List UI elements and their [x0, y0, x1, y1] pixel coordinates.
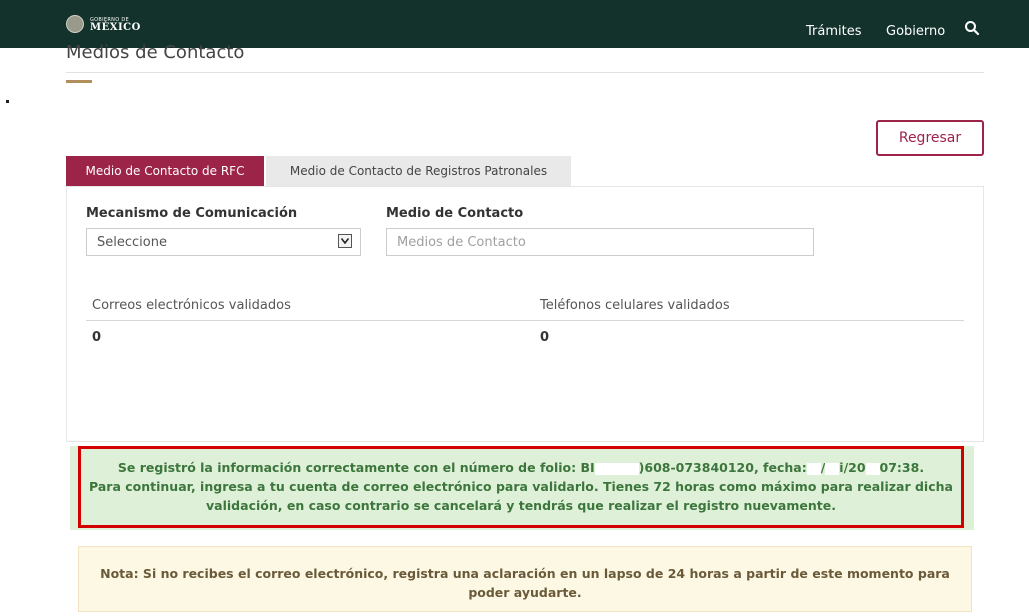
correos-validados-header: Correos electrónicos validados	[92, 298, 291, 313]
redaction	[865, 462, 880, 475]
page-title: Medios de Contacto	[66, 42, 245, 63]
telefonos-validados-count: 0	[540, 330, 550, 345]
tab-registros-patronales[interactable]: Medio de Contacto de Registros Patronale…	[266, 156, 571, 186]
medio-contacto-label: Medio de Contacto	[386, 206, 524, 221]
telefonos-validados-header: Teléfonos celulares validados	[540, 298, 730, 313]
success-line2: Para continuar, ingresa a tu cuenta de c…	[89, 479, 953, 513]
success-message: Se registró la información correctamente…	[86, 458, 956, 515]
mecanismo-select[interactable]: Seleccione	[86, 228, 361, 256]
summary-divider	[86, 320, 964, 321]
success-line1-d: i/20	[839, 460, 866, 475]
gobierno-logo[interactable]: GOBIERNO DE MÉXICO	[66, 14, 141, 34]
logo-big-text: MÉXICO	[90, 22, 141, 33]
logo-text: GOBIERNO DE MÉXICO	[90, 16, 141, 33]
nav-link-gobierno[interactable]: Gobierno	[886, 24, 945, 39]
success-line1-e: 07:38.	[879, 460, 925, 475]
redaction	[825, 462, 840, 475]
redaction	[594, 462, 639, 475]
nav-link-tramites[interactable]: Trámites	[806, 24, 862, 39]
stray-dot	[6, 100, 9, 103]
title-divider	[66, 72, 984, 73]
chevron-down-icon[interactable]	[338, 234, 352, 248]
mecanismo-select-value: Seleccione	[97, 234, 167, 250]
note-message: Nota: Si no recibes el correo electrónic…	[100, 566, 950, 600]
seal-icon	[66, 15, 84, 33]
success-line1-a: Se registró la información correctamente…	[117, 460, 595, 475]
regresar-button[interactable]: Regresar	[876, 120, 984, 156]
success-line1-b: )608-073840120, fecha:	[638, 460, 807, 475]
search-icon[interactable]	[964, 20, 980, 36]
correos-validados-count: 0	[92, 330, 102, 345]
title-accent-bar	[66, 80, 92, 83]
tab-panel	[66, 186, 984, 442]
tab-rfc[interactable]: Medio de Contacto de RFC	[66, 156, 264, 186]
top-navbar: GOBIERNO DE MÉXICO Trámites Gobierno	[0, 0, 1029, 48]
medio-contacto-input[interactable]	[386, 228, 814, 256]
mecanismo-label: Mecanismo de Comunicación	[86, 206, 298, 221]
redaction	[806, 462, 821, 475]
